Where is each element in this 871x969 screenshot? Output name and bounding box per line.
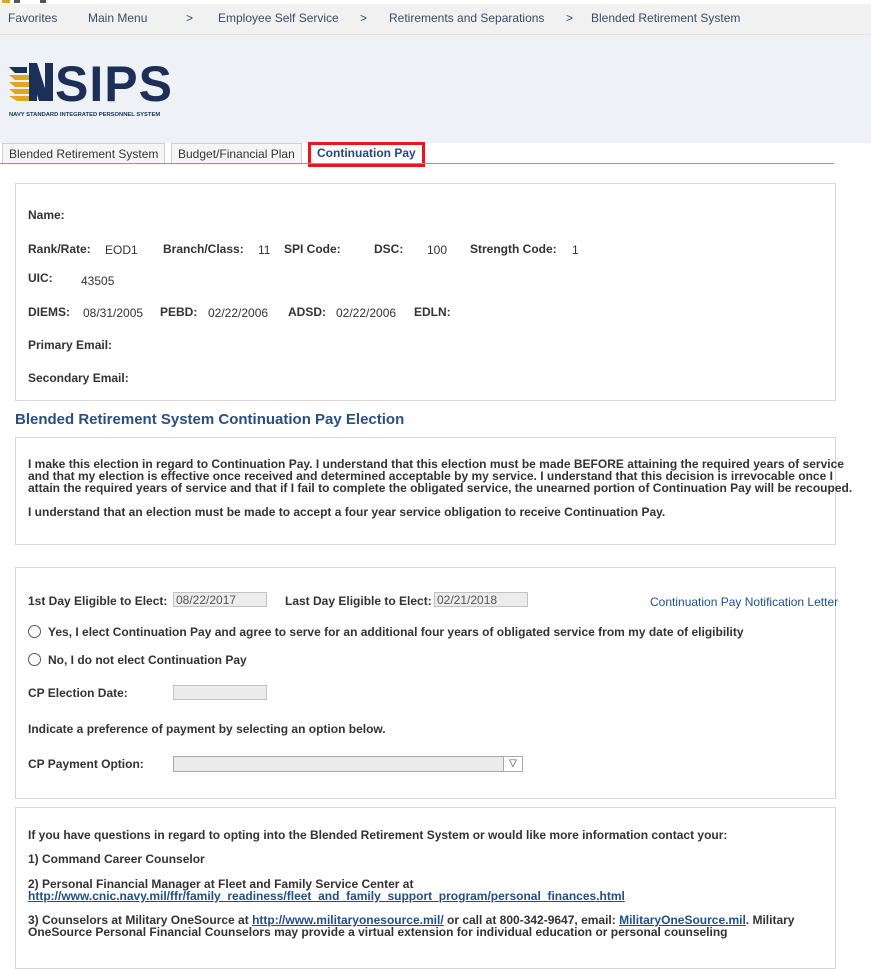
breadcrumb-retirements-separations[interactable]: Retirements and Separations <box>389 11 544 25</box>
dsc-value: 100 <box>427 243 448 257</box>
name-label: Name: <box>28 208 65 222</box>
breadcrumb-employee-self-service[interactable]: Employee Self Service <box>218 11 339 25</box>
adsd-value: 02/22/2006 <box>336 306 397 320</box>
first-day-eligible-label: 1st Day Eligible to Elect: <box>28 594 168 608</box>
yes-elect-radio[interactable] <box>28 625 41 638</box>
tab-budget-financial-plan[interactable]: Budget/Financial Plan <box>171 143 302 165</box>
payment-option-label: CP Payment Option: <box>28 757 144 771</box>
election-form-panel: 1st Day Eligible to Elect: 08/22/2017 La… <box>15 567 838 799</box>
first-day-eligible-field: 08/22/2017 <box>173 592 267 607</box>
diems-value: 08/31/2005 <box>83 306 144 320</box>
election-date-field[interactable] <box>173 685 267 700</box>
election-obligation-text: I understand that an election must be ma… <box>28 505 666 519</box>
contact-info-panel: If you have questions in regard to optin… <box>15 807 836 969</box>
payment-preference-text: Indicate a preference of payment by sele… <box>28 722 386 736</box>
breadcrumb-separator: > <box>360 11 368 25</box>
election-statement-panel: I make this election in regard to Contin… <box>15 437 852 545</box>
pebd-label: PEBD: <box>160 305 198 319</box>
strength-code-label: Strength Code: <box>470 242 557 256</box>
branch-label: Branch/Class: <box>163 242 244 256</box>
uic-label: UIC: <box>28 271 53 285</box>
primary-email-label: Primary Email: <box>28 338 113 352</box>
rank-value: EOD1 <box>105 243 138 257</box>
pebd-value: 02/22/2006 <box>208 306 269 320</box>
breadcrumb-separator: > <box>186 11 194 25</box>
last-day-eligible-label: Last Day Eligible to Elect: <box>285 594 432 608</box>
contact-item-counselor: 1) Command Career Counselor <box>28 852 205 866</box>
chevron-down-icon[interactable]: ▽ <box>503 757 522 771</box>
spi-code-label: SPI Code: <box>284 242 341 256</box>
no-elect-label[interactable]: No, I do not elect Continuation Pay <box>48 653 247 667</box>
diems-label: DIEMS: <box>28 305 70 319</box>
election-text-line: attain the required years of service and… <box>28 481 853 495</box>
notification-letter-link[interactable]: Continuation Pay Notification Letter <box>650 595 838 609</box>
logo-subtitle: NAVY STANDARD INTEGRATED PERSONNEL SYSTE… <box>9 112 160 118</box>
section-title: Blended Retirement System Continuation P… <box>15 411 405 428</box>
yes-elect-label[interactable]: Yes, I elect Continuation Pay and agree … <box>48 625 744 639</box>
window-icon <box>2 0 10 3</box>
contact-item-military-onesource-line2: OneSource Personal Financial Counselors … <box>28 925 728 939</box>
secondary-email-label: Secondary Email: <box>28 371 129 385</box>
logo-emblem <box>9 63 53 101</box>
nav-favorites[interactable]: Favorites <box>8 11 57 25</box>
edln-label: EDLN: <box>414 305 451 319</box>
branch-value: 11 <box>258 243 271 257</box>
breadcrumb-separator: > <box>566 11 574 25</box>
member-profile-panel: Name: Rank/Rate: EOD1 Branch/Class: 11 S… <box>15 183 836 401</box>
tab-divider <box>0 163 834 164</box>
election-date-label: CP Election Date: <box>28 686 128 700</box>
window-icon <box>14 0 20 3</box>
nsips-logo: SIPS NAVY STANDARD INTEGRATED PERSONNEL … <box>9 61 173 118</box>
page-header: SIPS NAVY STANDARD INTEGRATED PERSONNEL … <box>0 35 871 143</box>
dsc-label: DSC: <box>374 242 404 256</box>
strength-code-value: 1 <box>572 243 579 257</box>
logo-wordmark: SIPS <box>55 61 173 112</box>
contact-item-financial-manager-link-row: http://www.cnic.navy.mil/ffr/family_read… <box>28 890 858 902</box>
contact-intro: If you have questions in regard to optin… <box>28 828 728 842</box>
top-navigation-bar: Favorites Main Menu > Employee Self Serv… <box>0 4 871 35</box>
window-icon <box>40 0 46 3</box>
uic-value: 43505 <box>81 274 115 288</box>
nav-main-menu[interactable]: Main Menu <box>88 11 147 25</box>
no-elect-radio[interactable] <box>28 653 41 666</box>
adsd-label: ADSD: <box>288 305 326 319</box>
rank-label: Rank/Rate: <box>28 242 91 256</box>
tab-blended-retirement-system[interactable]: Blended Retirement System <box>2 143 166 165</box>
fleet-family-link[interactable]: http://www.cnic.navy.mil/ffr/family_read… <box>28 889 625 903</box>
last-day-eligible-field: 02/21/2018 <box>434 592 528 607</box>
onesource-trailing-text: . Military <box>745 913 795 927</box>
breadcrumb-blended-retirement-system[interactable]: Blended Retirement System <box>591 11 740 25</box>
payment-option-select[interactable]: ▽ <box>173 756 523 772</box>
